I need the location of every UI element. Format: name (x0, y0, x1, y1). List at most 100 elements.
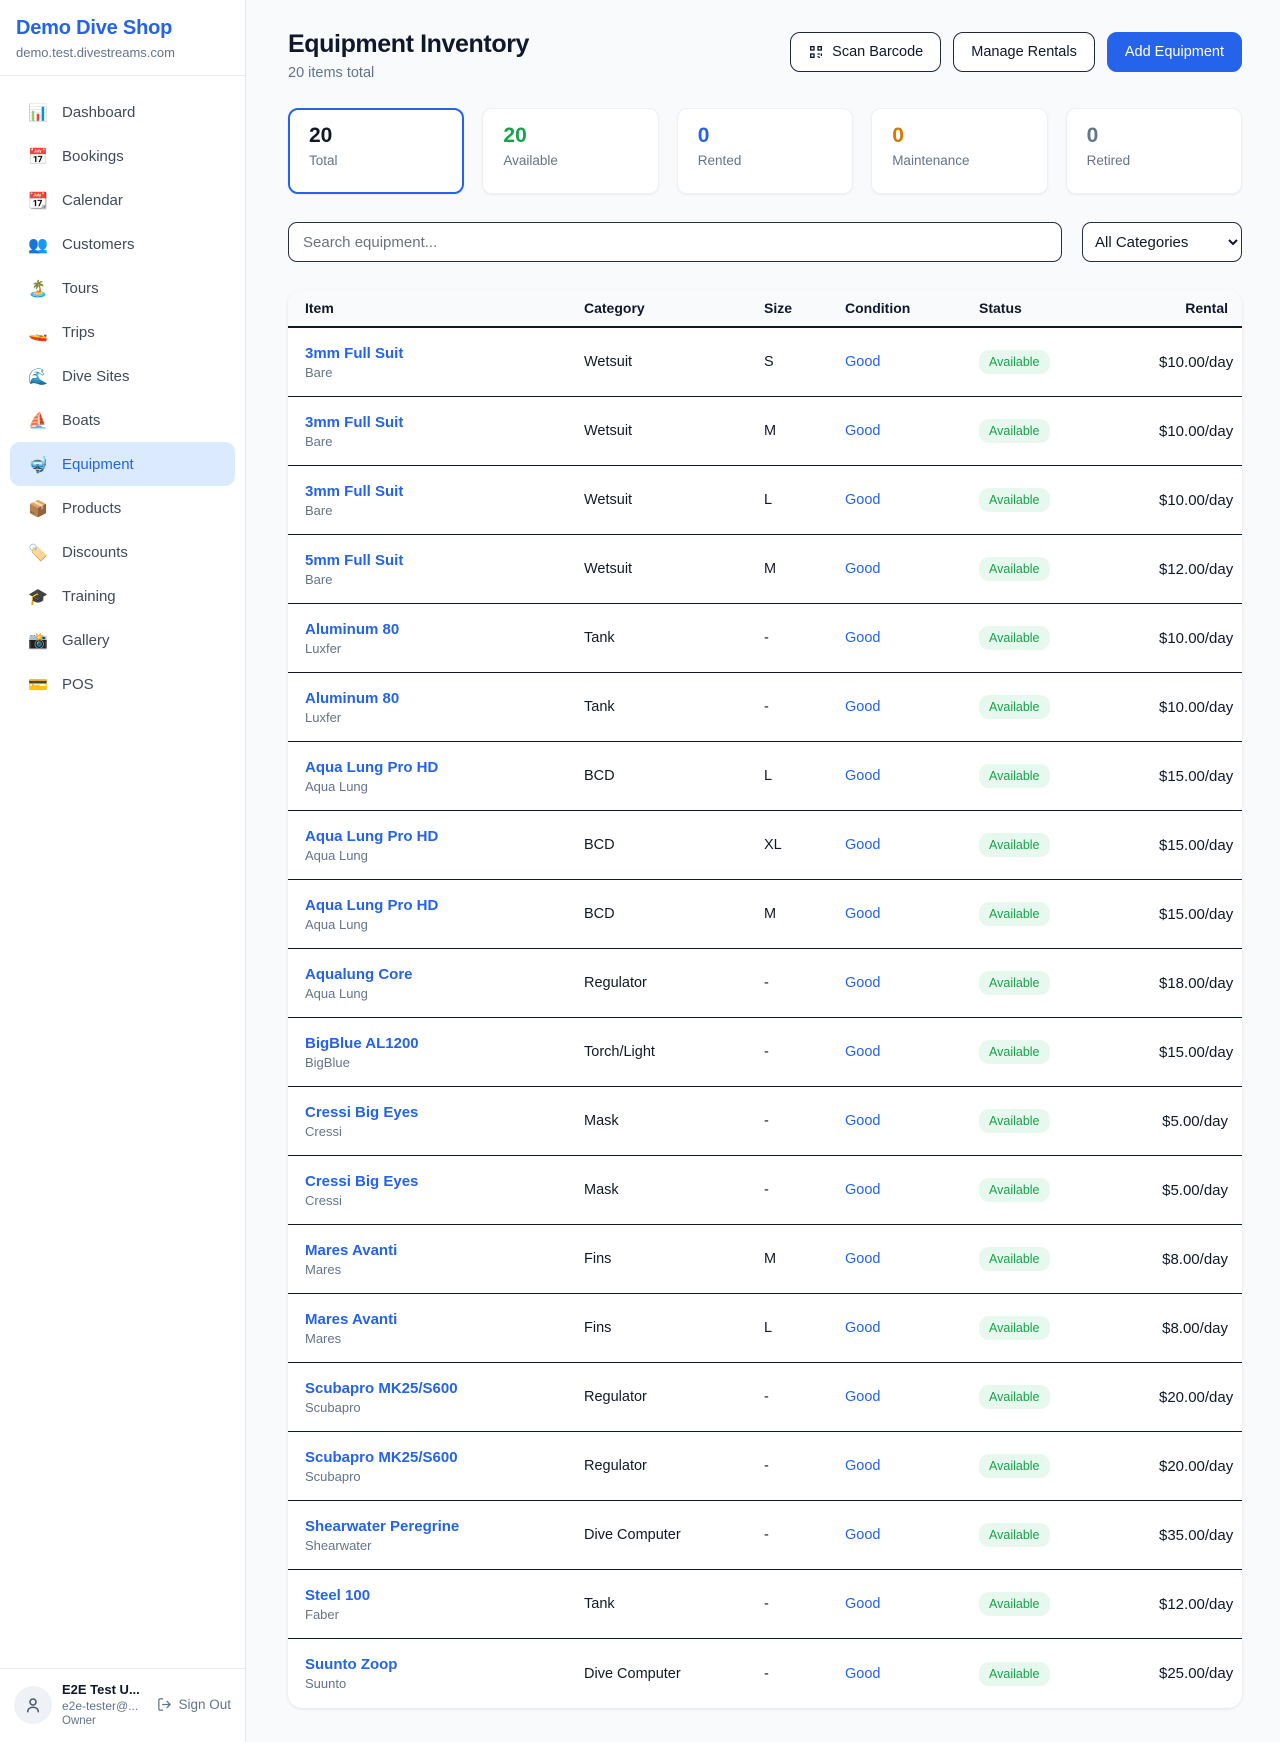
status-cell: Available (979, 1109, 1159, 1133)
status-badge: Available (979, 1247, 1050, 1271)
condition-link[interactable]: Good (845, 1182, 979, 1198)
item-name-link[interactable]: Mares Avanti (305, 1242, 584, 1259)
item-brand: Mares (305, 1262, 584, 1277)
equipment-table: Item Category Size Condition Status Rent… (288, 290, 1242, 1708)
condition-link[interactable]: Good (845, 354, 979, 370)
item-name-link[interactable]: 3mm Full Suit (305, 483, 584, 500)
item-name-link[interactable]: 3mm Full Suit (305, 414, 584, 431)
search-input[interactable] (288, 222, 1062, 262)
item-name-link[interactable]: Mares Avanti (305, 1311, 584, 1328)
condition-link[interactable]: Good (845, 1596, 979, 1612)
item-name-link[interactable]: Aqua Lung Pro HD (305, 828, 584, 845)
condition-link[interactable]: Good (845, 1389, 979, 1405)
item-name-link[interactable]: Aluminum 80 (305, 690, 584, 707)
item-name-link[interactable]: 3mm Full Suit (305, 345, 584, 362)
item-name-link[interactable]: Shearwater Peregrine (305, 1518, 584, 1535)
condition-link[interactable]: Good (845, 492, 979, 508)
item-name-link[interactable]: Scubapro MK25/S600 (305, 1380, 584, 1397)
item-name-link[interactable]: Aluminum 80 (305, 621, 584, 638)
condition-link[interactable]: Good (845, 699, 979, 715)
bar-chart-icon: 📊 (28, 103, 48, 122)
condition-link[interactable]: Good (845, 1251, 979, 1267)
add-equipment-button[interactable]: Add Equipment (1107, 32, 1242, 72)
rental-cell: $35.00/day (1159, 1527, 1233, 1544)
sidebar-item-customers[interactable]: 👥 Customers (10, 222, 235, 266)
people-icon: 👥 (28, 235, 48, 254)
user-email: e2e-tester@... (62, 1699, 147, 1713)
item-name-link[interactable]: Aqua Lung Pro HD (305, 759, 584, 776)
sidebar-item-pos[interactable]: 💳 POS (10, 662, 235, 706)
column-header-rental: Rental (1159, 300, 1228, 316)
rental-cell: $12.00/day (1159, 1596, 1233, 1613)
sidebar-item-bookings[interactable]: 📅 Bookings (10, 134, 235, 178)
condition-link[interactable]: Good (845, 423, 979, 439)
condition-link[interactable]: Good (845, 768, 979, 784)
status-badge: Available (979, 833, 1050, 857)
status-cell: Available (979, 1523, 1159, 1547)
column-header-size: Size (764, 300, 845, 316)
sidebar-item-trips[interactable]: 🚤 Trips (10, 310, 235, 354)
sidebar-item-calendar[interactable]: 📆 Calendar (10, 178, 235, 222)
status-cell: Available (979, 1316, 1159, 1340)
stat-card-retired[interactable]: 0 Retired (1066, 108, 1242, 194)
sidebar-item-boats[interactable]: ⛵ Boats (10, 398, 235, 442)
condition-link[interactable]: Good (845, 561, 979, 577)
item-name-link[interactable]: Cressi Big Eyes (305, 1173, 584, 1190)
label-icon: 🏷️ (28, 543, 48, 562)
condition-link[interactable]: Good (845, 1458, 979, 1474)
item-cell: BigBlue AL1200 BigBlue (305, 1035, 584, 1070)
category-select[interactable]: All Categories (1082, 222, 1242, 262)
item-cell: Steel 100 Faber (305, 1587, 584, 1622)
size-cell: - (764, 1527, 845, 1543)
item-name-link[interactable]: Scubapro MK25/S600 (305, 1449, 584, 1466)
item-name-link[interactable]: Aqua Lung Pro HD (305, 897, 584, 914)
condition-link[interactable]: Good (845, 906, 979, 922)
scan-barcode-button[interactable]: Scan Barcode (790, 32, 941, 72)
item-name-link[interactable]: Aqualung Core (305, 966, 584, 983)
condition-link[interactable]: Good (845, 1320, 979, 1336)
item-name-link[interactable]: 5mm Full Suit (305, 552, 584, 569)
category-cell: Wetsuit (584, 561, 764, 577)
sidebar-item-products[interactable]: 📦 Products (10, 486, 235, 530)
table-row-3mm-full-suit: 3mm Full Suit Bare Wetsuit L Good Availa… (288, 466, 1242, 535)
rental-cell: $20.00/day (1159, 1458, 1233, 1475)
user-block: E2E Test U... e2e-tester@... Owner Sign … (0, 1668, 245, 1742)
condition-link[interactable]: Good (845, 630, 979, 646)
manage-rentals-button[interactable]: Manage Rentals (953, 32, 1095, 72)
item-cell: Aluminum 80 Luxfer (305, 621, 584, 656)
shop-name[interactable]: Demo Dive Shop (16, 17, 229, 40)
stat-card-available[interactable]: 20 Available (482, 108, 658, 194)
condition-link[interactable]: Good (845, 1527, 979, 1543)
sidebar-item-dive-sites[interactable]: 🌊 Dive Sites (10, 354, 235, 398)
category-cell: Tank (584, 1596, 764, 1612)
stat-card-maintenance[interactable]: 0 Maintenance (871, 108, 1047, 194)
condition-link[interactable]: Good (845, 1044, 979, 1060)
condition-link[interactable]: Good (845, 1113, 979, 1129)
item-brand: Bare (305, 503, 584, 518)
condition-link[interactable]: Good (845, 837, 979, 853)
item-brand: Aqua Lung (305, 986, 584, 1001)
sign-out-button[interactable]: Sign Out (157, 1697, 231, 1712)
sidebar-item-training[interactable]: 🎓 Training (10, 574, 235, 618)
sidebar-item-discounts[interactable]: 🏷️ Discounts (10, 530, 235, 574)
status-badge: Available (979, 1109, 1050, 1133)
condition-link[interactable]: Good (845, 1666, 979, 1682)
category-cell: Wetsuit (584, 354, 764, 370)
status-cell: Available (979, 488, 1159, 512)
diving-mask-icon: 🤿 (28, 455, 48, 474)
sidebar-item-dashboard[interactable]: 📊 Dashboard (10, 90, 235, 134)
sidebar-item-tours[interactable]: 🏝️ Tours (10, 266, 235, 310)
stat-card-rented[interactable]: 0 Rented (677, 108, 853, 194)
stat-card-total[interactable]: 20 Total (288, 108, 464, 194)
item-name-link[interactable]: Suunto Zoop (305, 1656, 584, 1673)
sidebar-item-equipment[interactable]: 🤿 Equipment (10, 442, 235, 486)
item-name-link[interactable]: Steel 100 (305, 1587, 584, 1604)
add-equipment-label: Add Equipment (1125, 44, 1224, 60)
item-brand: Shearwater (305, 1538, 584, 1553)
item-name-link[interactable]: BigBlue AL1200 (305, 1035, 584, 1052)
condition-link[interactable]: Good (845, 975, 979, 991)
sidebar-item-gallery[interactable]: 📸 Gallery (10, 618, 235, 662)
rental-cell: $15.00/day (1159, 1044, 1233, 1061)
item-name-link[interactable]: Cressi Big Eyes (305, 1104, 584, 1121)
status-badge: Available (979, 1454, 1050, 1478)
